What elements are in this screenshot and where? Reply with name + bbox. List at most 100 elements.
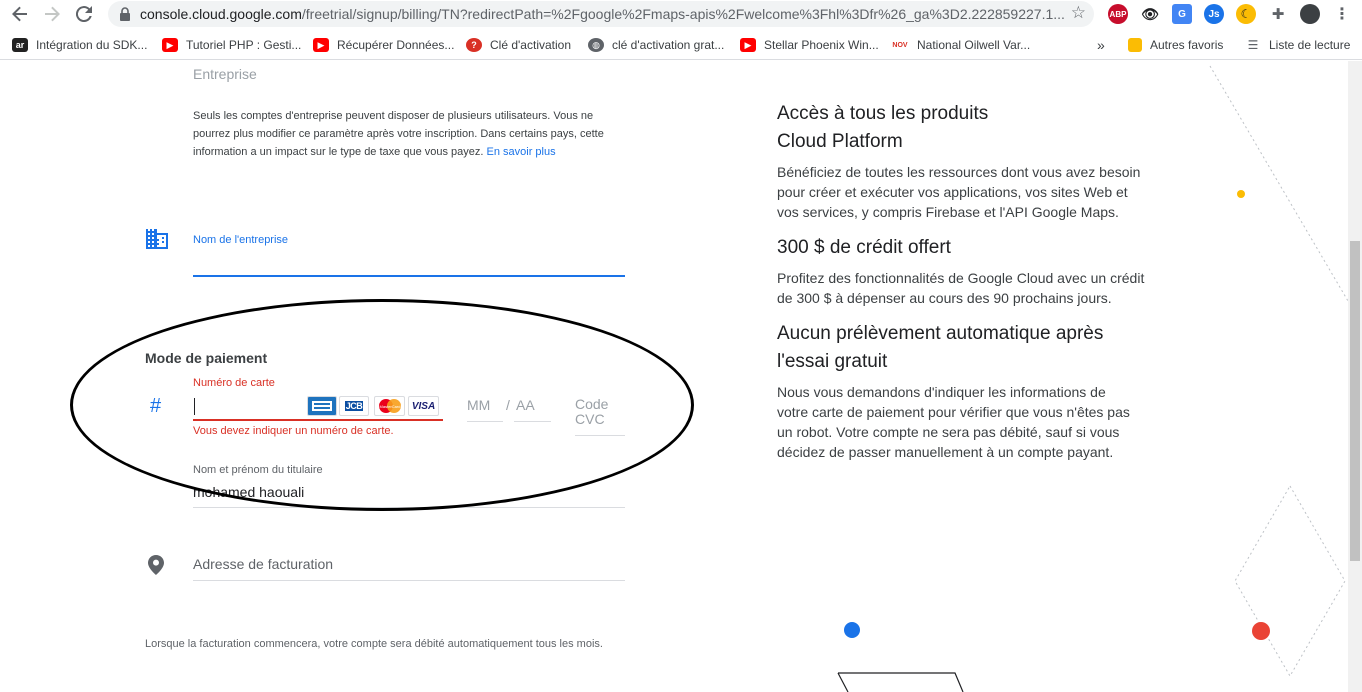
expiry-month-input[interactable]: MM [467,397,503,413]
billing-footer-note: Lorsque la facturation commencera, votre… [145,638,603,650]
translate-icon[interactable]: G [1172,4,1192,24]
benefit-text: Profitez des fonctionnalités de Google C… [777,270,1145,306]
bookmark-item[interactable]: ▶ Récupérer Données... [313,36,454,54]
bookmark-label: Intégration du SDK... [36,38,148,52]
forward-icon[interactable] [40,2,64,26]
menu-dots-icon[interactable]: ⋮ [1332,4,1352,24]
youtube-icon: ▶ [313,38,329,52]
mastercard-icon: MasterCard [374,396,405,416]
location-pin-icon [148,555,164,575]
youtube-icon: ▶ [162,38,178,52]
ar-icon: ar [12,38,28,52]
other-favorites[interactable]: Autres favoris [1128,36,1223,54]
abp-label: ABP [1109,9,1127,19]
bookmark-label: National Oilwell Var... [917,38,1031,52]
avatar[interactable] [1300,4,1320,24]
bookmark-item[interactable]: ar Intégration du SDK... [12,36,147,54]
account-type-value: Entreprise [193,66,257,82]
bookmark-label: Récupérer Données... [337,38,455,52]
url-path: /freetrial/signup/billing/TN?redirectPat… [301,6,1065,22]
yellow-dot [1237,190,1245,198]
globe-icon: ◍ [588,38,604,52]
billing-address-underline [193,580,625,581]
bookmark-label: Clé d'activation [490,38,571,52]
lock-icon [120,7,130,21]
visa-card-icon: VISA [408,396,439,416]
bookmark-item[interactable]: ? Clé d'activation [466,36,571,54]
jcb-label: JCB [344,401,364,411]
red-dot [1252,622,1270,640]
page-content: Entreprise Seuls les comptes d'entrepris… [0,61,1348,692]
moon-icon[interactable]: ☾ [1236,4,1256,24]
abp-icon[interactable]: ABP [1108,4,1128,24]
cardholder-name-label: Nom et prénom du titulaire [193,464,323,476]
benefit-title: Accès à tous les produits Cloud Platform [777,103,989,152]
js-icon[interactable]: Js [1204,4,1224,24]
folder-icon [1128,38,1142,52]
benefit-item: 300 $ de crédit offert Profitez des fonc… [777,234,1147,308]
page-scrollbar[interactable] [1348,61,1362,692]
mastercard-text: MasterCard [379,404,400,409]
expiry-year-underline [514,421,551,422]
benefits-panel: Accès à tous les produits Cloud Platform… [777,100,1147,474]
card-error-message: Vous devez indiquer un numéro de carte. [193,425,394,437]
back-icon[interactable] [8,2,32,26]
reading-list-label: Liste de lecture [1269,38,1351,52]
bookmark-item[interactable]: NOV National Oilwell Var... [891,36,1030,54]
bookmarks-bar: ar Intégration du SDK... ▶ Tutoriel PHP : … [0,30,1362,60]
company-name-field[interactable] [193,275,625,277]
nov-icon-text: NOV [892,41,908,49]
bookmark-label: Tutoriel PHP : Gesti... [186,38,302,52]
card-number-label: Numéro de carte [193,377,275,389]
eye-icon[interactable]: 👁 [1140,4,1160,24]
reload-icon[interactable] [72,2,96,26]
bookmarks-overflow-button[interactable]: » [1097,36,1105,54]
benefit-item: Aucun prélèvement automatique après l'es… [777,320,1147,462]
bookmark-label: Stellar Phoenix Win... [764,38,879,52]
benefit-title: 300 $ de crédit offert [777,237,951,258]
other-favorites-label: Autres favoris [1150,38,1224,52]
address-bar[interactable]: console.cloud.google.com/freetrial/signu… [108,1,1094,27]
translate-label: G [1178,8,1186,20]
bookmark-item[interactable]: ◍ clé d'activation grat... [588,36,724,54]
browser-toolbar: console.cloud.google.com/freetrial/signu… [0,0,1362,30]
js-label: Js [1208,8,1220,20]
ar-icon-text: ar [15,40,25,50]
expiry-year-input[interactable]: AA [516,397,535,413]
benefit-text: Nous vous demandons d'indiquer les infor… [777,384,1130,460]
billing-address-input[interactable]: Adresse de facturation [193,556,333,572]
amex-card-icon [307,396,337,416]
url-host: console.cloud.google.com [140,6,302,22]
building-icon [146,229,168,249]
cardholder-name-input[interactable]: mohamed haouali [193,484,304,500]
question-icon: ? [466,38,482,52]
scrollbar-thumb[interactable] [1350,241,1360,561]
visa-text: VISA [411,400,436,412]
cvc-underline [575,435,625,436]
account-type-info: Seuls les comptes d'entreprise peuvent d… [193,107,633,161]
benefit-item: Accès à tous les produits Cloud Platform… [777,100,1147,222]
puzzle-icon[interactable]: ✚ [1268,4,1288,24]
blue-dot [844,622,860,638]
bookmark-item[interactable]: ▶ Stellar Phoenix Win... [740,36,879,54]
bookmark-item[interactable]: ▶ Tutoriel PHP : Gesti... [162,36,301,54]
browser-window: console.cloud.google.com/freetrial/signu… [0,0,1362,692]
learn-more-link[interactable]: En savoir plus [487,146,556,158]
expiry-slash: / [506,397,510,413]
benefit-text: Bénéficiez de toutes les ressources dont… [777,164,1141,220]
jcb-text: JCB [344,401,364,411]
reading-list-icon: ☰ [1245,38,1261,52]
hash-icon: # [150,395,162,417]
bookmark-star-icon[interactable]: ☆ [1071,3,1086,23]
overflow-label: » [1097,37,1105,53]
reading-list[interactable]: ☰ Liste de lecture [1245,36,1350,54]
bookmark-label: clé d'activation grat... [612,38,725,52]
cardholder-underline [193,507,625,508]
company-name-label: Nom de l'entreprise [193,234,289,246]
url-text: console.cloud.google.com/freetrial/signu… [140,6,1065,22]
jcb-card-icon: JCB [339,396,369,416]
text-caret [194,398,195,415]
expiry-month-underline [467,421,503,422]
payment-method-title: Mode de paiement [145,350,268,366]
cvc-input[interactable]: Code CVC [575,397,625,427]
